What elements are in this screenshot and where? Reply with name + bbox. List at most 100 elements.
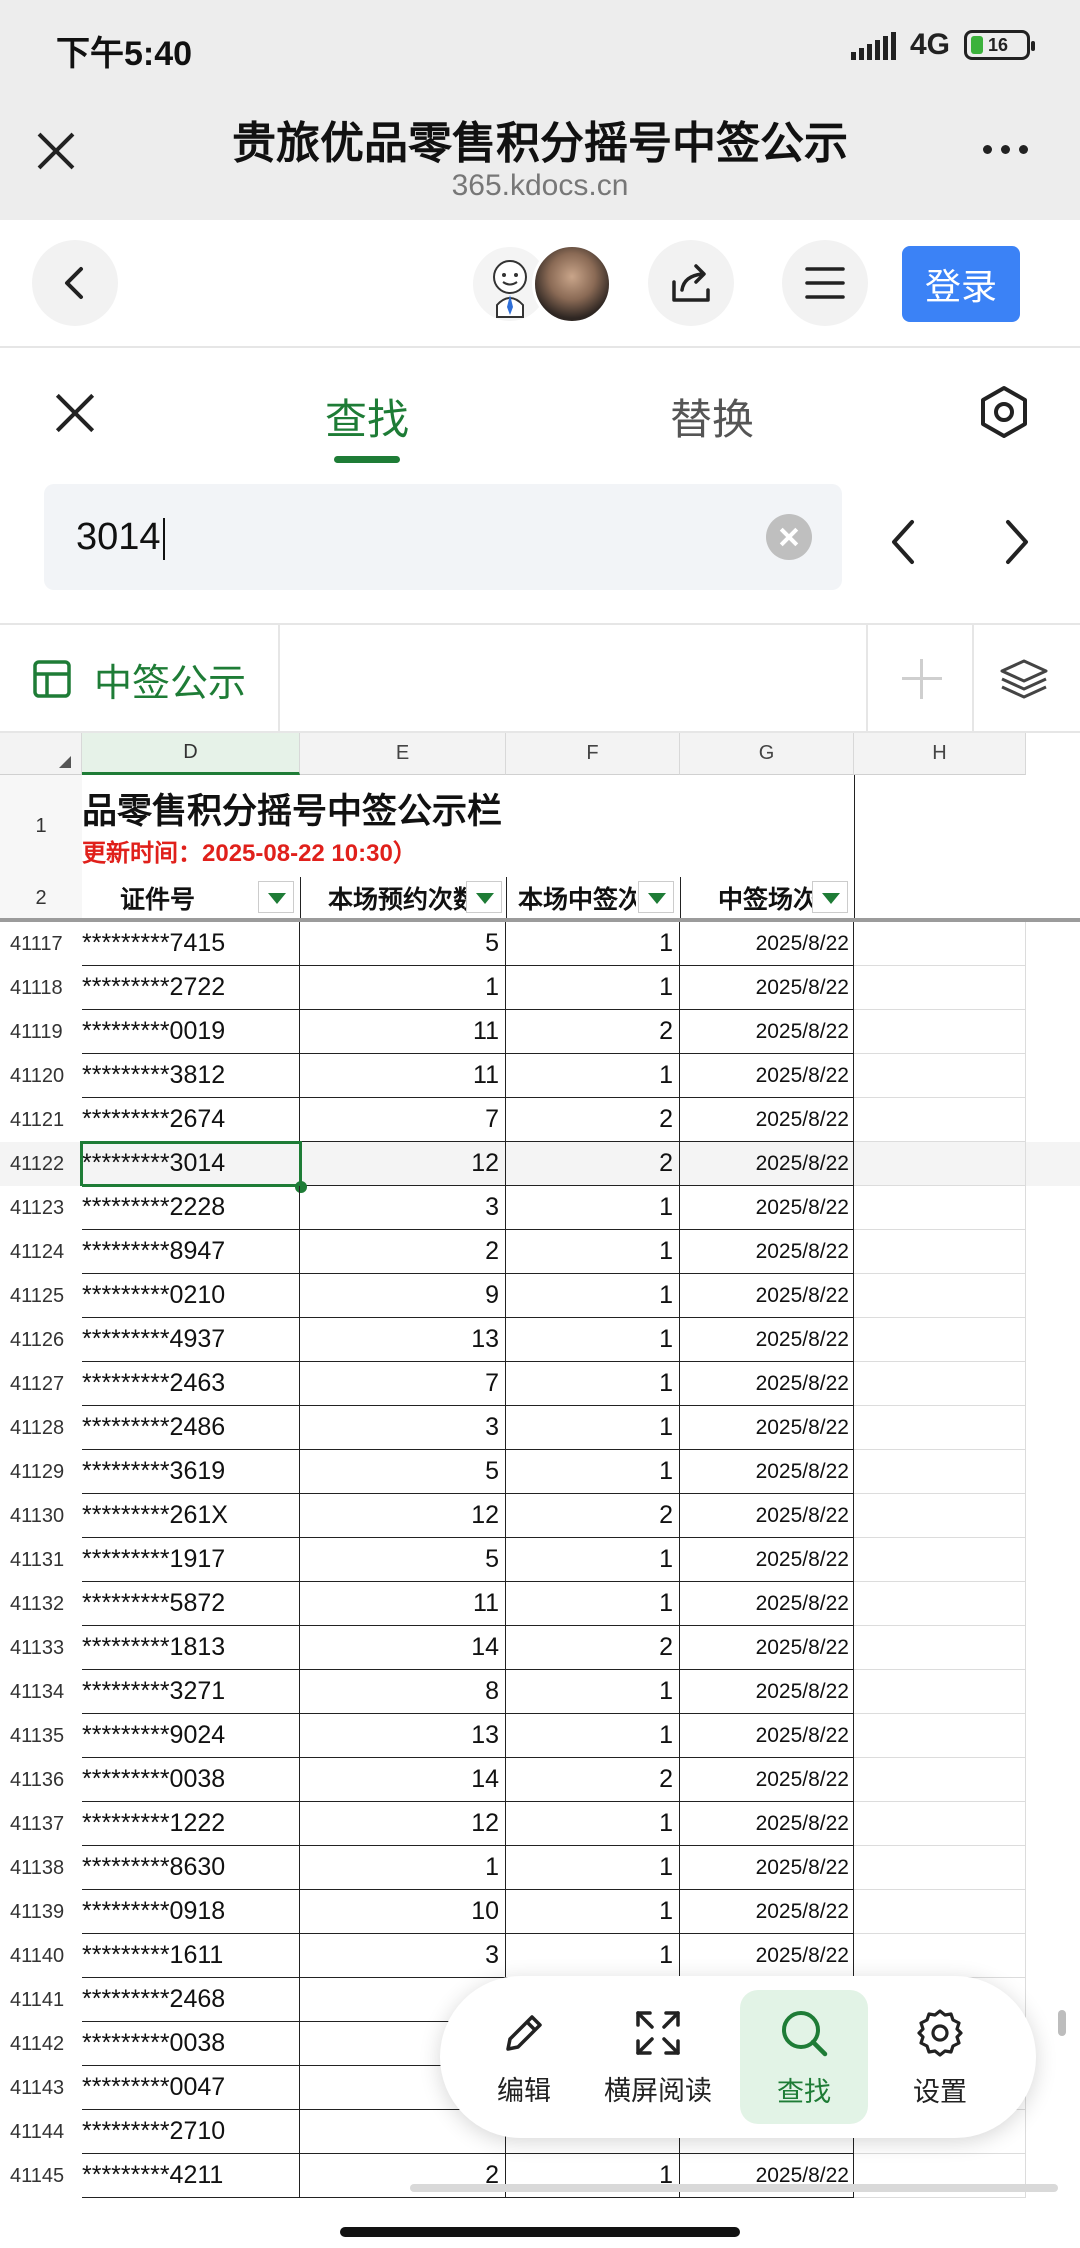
table-cell[interactable]: 2025/8/22 — [680, 1318, 854, 1362]
table-cell[interactable]: *********0210 — [82, 1274, 300, 1318]
row-number[interactable]: 41123 — [0, 1186, 82, 1230]
find-button[interactable]: 查找 — [740, 1990, 868, 2124]
close-icon[interactable] — [52, 390, 98, 436]
table-cell[interactable]: 2 — [506, 1010, 680, 1054]
table-cell[interactable] — [854, 1054, 1026, 1098]
table-cell[interactable]: 8 — [300, 1670, 506, 1714]
header-reserve-count[interactable]: 本场预约次数 — [328, 877, 468, 919]
gear-hex-icon[interactable] — [976, 384, 1032, 440]
next-result-button[interactable] — [996, 514, 1036, 570]
more-icon[interactable] — [983, 145, 1028, 154]
column-header-f[interactable]: F — [506, 733, 680, 775]
filter-dropdown-icon[interactable] — [258, 881, 294, 913]
table-cell[interactable] — [854, 1142, 1026, 1186]
row-number[interactable]: 41144 — [0, 2110, 82, 2154]
table-cell[interactable]: *********1813 — [82, 1626, 300, 1670]
select-all-corner[interactable] — [0, 733, 82, 775]
table-cell[interactable]: *********9024 — [82, 1714, 300, 1758]
table-cell[interactable]: 1 — [506, 1890, 680, 1934]
table-cell[interactable]: 2025/8/22 — [680, 1142, 854, 1186]
table-cell[interactable]: 2025/8/22 — [680, 922, 854, 966]
tab-find[interactable]: 查找 — [325, 386, 409, 447]
row-number[interactable]: 41129 — [0, 1450, 82, 1494]
table-cell[interactable]: 1 — [506, 1538, 680, 1582]
table-cell[interactable]: 2 — [506, 1626, 680, 1670]
table-cell[interactable]: *********0019 — [82, 1010, 300, 1054]
table-cell[interactable]: 1 — [506, 1846, 680, 1890]
row-number[interactable]: 41137 — [0, 1802, 82, 1846]
table-cell[interactable] — [854, 1714, 1026, 1758]
table-cell[interactable] — [854, 1274, 1026, 1318]
table-cell[interactable] — [854, 1670, 1026, 1714]
table-cell[interactable]: 1 — [506, 1714, 680, 1758]
table-cell[interactable]: 14 — [300, 1758, 506, 1802]
sheet-tab[interactable]: 中签公示 — [0, 625, 280, 733]
table-cell[interactable]: 1 — [506, 1670, 680, 1714]
horizontal-scrollbar[interactable] — [410, 2184, 1058, 2192]
table-cell[interactable]: 1 — [506, 1362, 680, 1406]
filter-dropdown-icon[interactable] — [638, 881, 674, 913]
table-cell[interactable]: 1 — [300, 1846, 506, 1890]
table-cell[interactable] — [854, 1538, 1026, 1582]
table-cell[interactable]: 2025/8/22 — [680, 1846, 854, 1890]
table-cell[interactable]: *********1222 — [82, 1802, 300, 1846]
table-cell[interactable]: *********2710 — [82, 2110, 300, 2154]
filter-dropdown-icon[interactable] — [466, 881, 502, 913]
table-cell[interactable]: 5 — [300, 1538, 506, 1582]
table-cell[interactable] — [854, 1318, 1026, 1362]
table-cell[interactable] — [854, 1406, 1026, 1450]
table-cell[interactable]: 7 — [300, 1098, 506, 1142]
sheet-banner-title[interactable]: 品零售积分摇号中签公示栏 — [82, 783, 502, 834]
row-number[interactable]: 41128 — [0, 1406, 82, 1450]
row-number[interactable]: 41139 — [0, 1890, 82, 1934]
row-number[interactable]: 41131 — [0, 1538, 82, 1582]
row-number[interactable]: 41136 — [0, 1758, 82, 1802]
table-cell[interactable]: *********3619 — [82, 1450, 300, 1494]
table-cell[interactable]: 9 — [300, 1274, 506, 1318]
table-cell[interactable]: 2025/8/22 — [680, 1538, 854, 1582]
table-cell[interactable]: 2025/8/22 — [680, 1934, 854, 1978]
table-cell[interactable]: *********3271 — [82, 1670, 300, 1714]
table-cell[interactable]: 3 — [300, 1934, 506, 1978]
table-cell[interactable]: 2 — [506, 1098, 680, 1142]
table-cell[interactable]: *********2228 — [82, 1186, 300, 1230]
table-cell[interactable] — [854, 922, 1026, 966]
table-cell[interactable]: *********2468 — [82, 1978, 300, 2022]
table-cell[interactable] — [854, 966, 1026, 1010]
table-cell[interactable]: 2025/8/22 — [680, 1186, 854, 1230]
table-cell[interactable]: *********2722 — [82, 966, 300, 1010]
table-cell[interactable]: *********2463 — [82, 1362, 300, 1406]
table-cell[interactable]: 2025/8/22 — [680, 1890, 854, 1934]
table-cell[interactable] — [854, 1010, 1026, 1054]
table-cell[interactable]: *********2486 — [82, 1406, 300, 1450]
table-cell[interactable]: 1 — [506, 1406, 680, 1450]
layers-icon[interactable] — [996, 657, 1052, 703]
table-cell[interactable]: 3 — [300, 1186, 506, 1230]
table-cell[interactable]: 13 — [300, 1714, 506, 1758]
table-cell[interactable]: 1 — [506, 1802, 680, 1846]
back-button[interactable] — [32, 240, 118, 326]
table-cell[interactable]: 2025/8/22 — [680, 1406, 854, 1450]
table-cell[interactable]: 2025/8/22 — [680, 1494, 854, 1538]
row-number[interactable]: 2 — [0, 877, 82, 919]
table-cell[interactable]: 2025/8/22 — [680, 1230, 854, 1274]
table-cell[interactable] — [854, 1934, 1026, 1978]
table-cell[interactable]: *********0038 — [82, 1758, 300, 1802]
table-cell[interactable]: 2025/8/22 — [680, 1362, 854, 1406]
table-cell[interactable]: 10 — [300, 1890, 506, 1934]
row-number[interactable]: 41124 — [0, 1230, 82, 1274]
table-cell[interactable]: 1 — [506, 1582, 680, 1626]
row-number[interactable]: 41145 — [0, 2154, 82, 2198]
prev-result-button[interactable] — [884, 514, 924, 570]
table-cell[interactable]: 2025/8/22 — [680, 1802, 854, 1846]
table-cell[interactable]: 2025/8/22 — [680, 1626, 854, 1670]
table-cell[interactable]: 12 — [300, 1142, 506, 1186]
table-cell[interactable] — [854, 1890, 1026, 1934]
table-cell[interactable] — [854, 1098, 1026, 1142]
table-cell[interactable]: 11 — [300, 1010, 506, 1054]
table-cell[interactable]: *********1917 — [82, 1538, 300, 1582]
table-cell[interactable]: 1 — [506, 1274, 680, 1318]
collaborator-avatars[interactable] — [470, 244, 612, 324]
table-cell[interactable] — [854, 1186, 1026, 1230]
table-cell[interactable]: *********7415 — [82, 922, 300, 966]
